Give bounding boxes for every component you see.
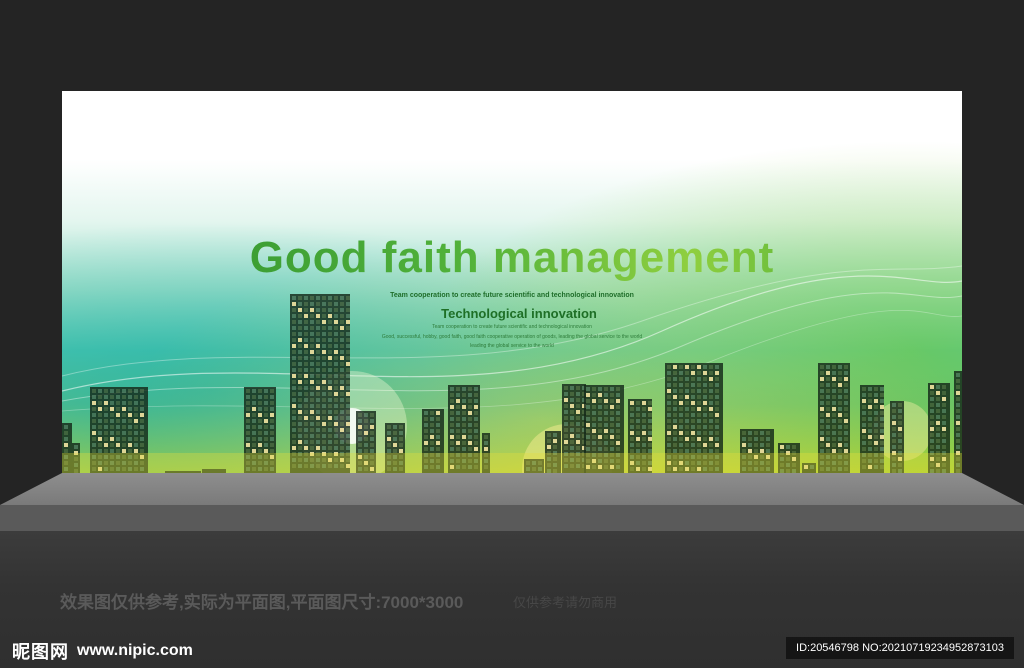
logo-url[interactable]: www.nipic.com xyxy=(77,642,193,660)
building xyxy=(290,294,350,473)
city-skyline xyxy=(62,294,962,473)
stage-front xyxy=(0,505,1024,531)
disclaimer-faint-text: 仅供参考请勿商用 xyxy=(513,595,618,610)
ground-glow xyxy=(62,453,962,473)
scene: Good faith management Team cooperation t… xyxy=(0,0,1024,668)
image-id-bar: ID:20546798 NO:20210719234952873103 xyxy=(786,637,1014,659)
disclaimer-text: 效果图仅供参考,实际为平面图,平面图尺寸:7000*3000 xyxy=(60,593,464,612)
billboard: Good faith management Team cooperation t… xyxy=(62,91,962,473)
stage-floor xyxy=(0,473,1024,505)
logo-text: 昵图网 xyxy=(12,642,69,663)
site-logo[interactable]: 昵图网 www.nipic.com xyxy=(12,638,193,664)
